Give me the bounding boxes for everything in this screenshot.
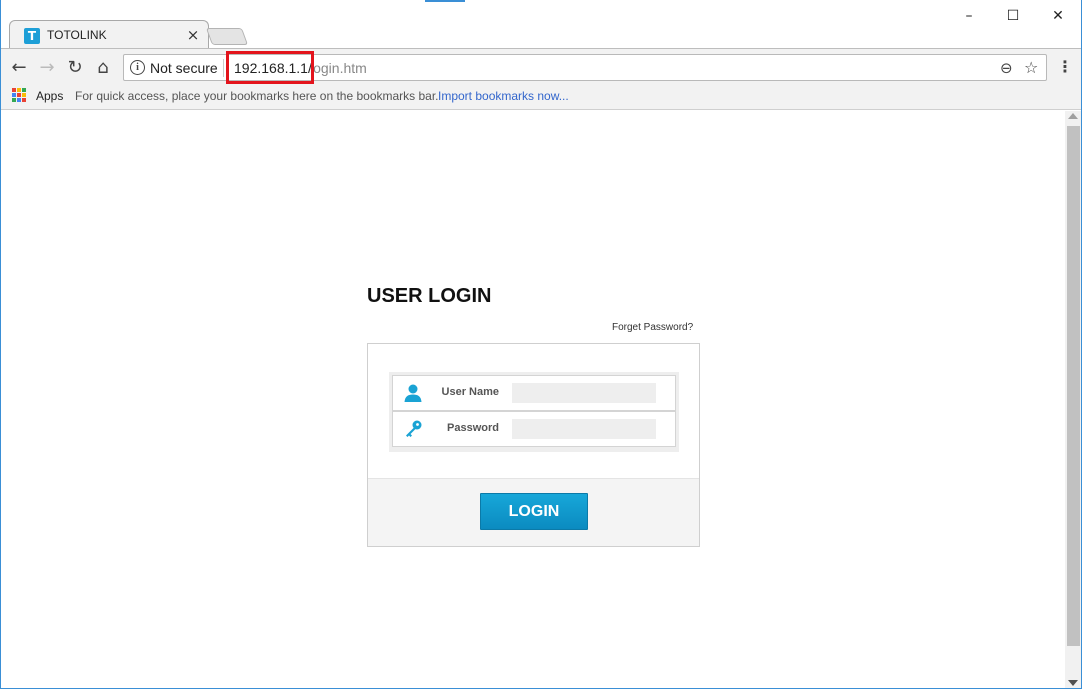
close-window-button[interactable]: ✕ [1048, 6, 1068, 26]
tab-strip: T TOTOLINK × – ☐ ✕ [1, 0, 1081, 49]
username-row: User Name [392, 375, 676, 411]
forward-arrow-icon[interactable]: → [37, 58, 57, 78]
page-viewport: USER LOGIN Forget Password? User Name Pa… [1, 111, 1065, 688]
page-title: USER LOGIN [367, 285, 492, 307]
minimize-button[interactable]: – [959, 6, 979, 26]
password-label: Password [447, 422, 499, 434]
tab-totolink[interactable]: T TOTOLINK × [9, 20, 209, 49]
apps-grid-icon[interactable] [12, 88, 26, 102]
home-icon[interactable]: ⌂ [93, 58, 113, 78]
menu-icon[interactable]: ⋮ [1057, 58, 1073, 76]
password-input[interactable] [512, 419, 656, 439]
apps-shortcut[interactable]: Apps [36, 89, 63, 103]
new-tab-button[interactable] [205, 28, 249, 45]
scroll-thumb[interactable] [1067, 126, 1080, 646]
security-label[interactable]: Not secure [150, 60, 218, 76]
reload-icon[interactable]: ↻ [65, 58, 85, 78]
scroll-down-arrow-icon[interactable] [1068, 680, 1078, 686]
login-actions: LOGIN [368, 478, 699, 546]
totolink-favicon-icon: T [24, 28, 40, 44]
forget-password-link[interactable]: Forget Password? [612, 322, 693, 333]
username-label: User Name [441, 386, 499, 398]
scroll-up-arrow-icon[interactable] [1068, 113, 1078, 119]
address-bar[interactable]: i Not secure 192.168.1.1/ login.htm ⊖ ☆ [123, 51, 1047, 84]
tab-close-icon[interactable]: × [186, 25, 200, 45]
maximize-button[interactable]: ☐ [1003, 6, 1023, 26]
password-row: Password [392, 411, 676, 447]
login-fields: User Name Password [389, 372, 679, 452]
key-icon [406, 420, 422, 437]
browser-toolbar: ← → ↻ ⌂ i Not secure 192.168.1.1/ login.… [1, 48, 1081, 86]
title-accent [425, 0, 465, 2]
bookmarks-hint: For quick access, place your bookmarks h… [75, 89, 439, 103]
url-highlight-box [226, 51, 314, 84]
url-path[interactable]: login.htm [310, 60, 367, 76]
browser-window: T TOTOLINK × – ☐ ✕ ← → ↻ ⌂ i Not secure … [0, 0, 1082, 689]
tab-title: TOTOLINK [47, 28, 107, 42]
zoom-icon[interactable]: ⊖ [1000, 59, 1013, 77]
username-input[interactable] [512, 383, 656, 403]
omnibox-divider [223, 59, 224, 77]
info-icon[interactable]: i [130, 60, 145, 75]
login-panel: User Name Password LOGIN [367, 343, 700, 547]
vertical-scrollbar[interactable] [1065, 111, 1081, 688]
bookmarks-bar: Apps For quick access, place your bookma… [1, 86, 1081, 110]
import-bookmarks-link[interactable]: Import bookmarks now... [438, 89, 569, 103]
login-button[interactable]: LOGIN [480, 493, 588, 530]
back-arrow-icon[interactable]: ← [9, 58, 29, 78]
user-icon [404, 384, 422, 402]
star-icon[interactable]: ☆ [1024, 58, 1038, 77]
